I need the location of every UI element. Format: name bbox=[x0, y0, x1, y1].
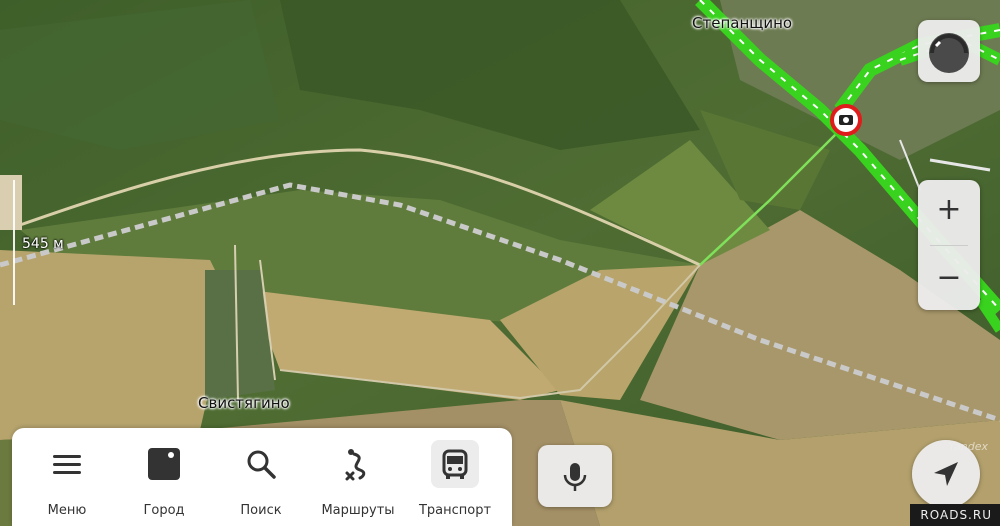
routes-icon bbox=[334, 440, 382, 488]
menu-icon bbox=[43, 440, 91, 488]
zoom-out-button[interactable]: − bbox=[918, 248, 980, 310]
microphone-icon bbox=[563, 463, 587, 491]
my-location-button[interactable] bbox=[912, 440, 980, 508]
nav-search[interactable]: Поиск bbox=[211, 428, 311, 526]
navigation-arrow-icon bbox=[934, 462, 958, 486]
bus-icon bbox=[431, 440, 479, 488]
speed-camera-marker[interactable] bbox=[830, 104, 862, 136]
city-icon bbox=[140, 440, 188, 488]
nav-menu[interactable]: Меню bbox=[17, 428, 117, 526]
nav-routes[interactable]: Маршруты bbox=[308, 428, 408, 526]
nav-label: Маршруты bbox=[321, 503, 395, 518]
voice-search-button[interactable] bbox=[538, 445, 612, 507]
nav-label: Меню bbox=[47, 503, 87, 518]
traffic-button[interactable] bbox=[918, 20, 980, 82]
zoom-in-button[interactable]: + bbox=[918, 180, 980, 242]
nav-label: Транспорт bbox=[418, 503, 492, 518]
search-icon bbox=[237, 440, 285, 488]
place-label-stepanshchino: Степанщино bbox=[692, 14, 793, 32]
traffic-jam-icon bbox=[929, 33, 969, 73]
nav-label: Город bbox=[143, 503, 185, 518]
watermark: ROADS.RU bbox=[910, 504, 1000, 526]
bottom-navigation: Меню Город Поиск Маршруты Транспорт bbox=[12, 428, 512, 526]
zoom-controls: + − bbox=[918, 180, 980, 310]
scale-label: 545 м bbox=[22, 236, 64, 252]
zoom-divider bbox=[930, 245, 968, 246]
nav-transport[interactable]: Транспорт bbox=[405, 428, 505, 526]
nav-label: Поиск bbox=[240, 503, 282, 518]
nav-city[interactable]: Город bbox=[114, 428, 214, 526]
place-label-svistyagino: Свистягино bbox=[198, 394, 290, 412]
